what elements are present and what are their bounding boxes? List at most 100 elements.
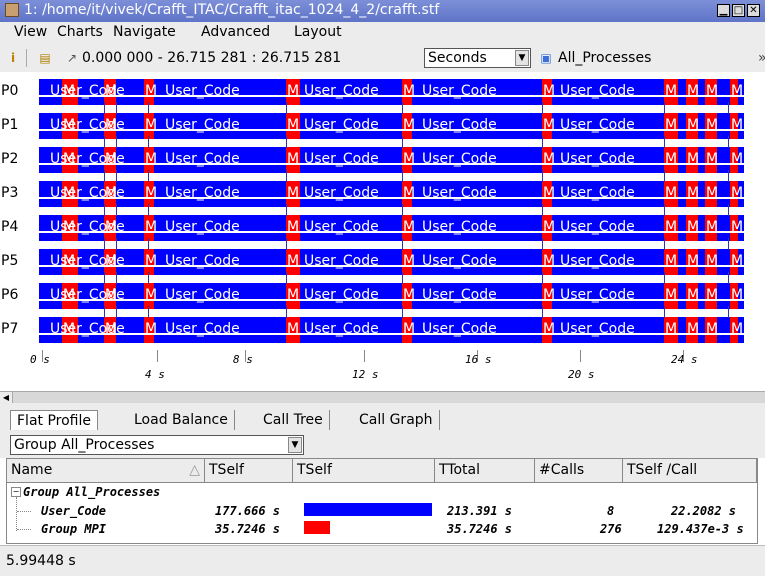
user-code-label: User_Code: [50, 117, 125, 133]
user-code-label: User_Code: [422, 151, 497, 167]
user-code-label: User_Code: [422, 321, 497, 337]
message-line: [148, 102, 149, 114]
timeline-icon[interactable]: ▤: [38, 51, 52, 65]
message-line: [286, 136, 287, 148]
zoom-range-icon[interactable]: ↗: [65, 51, 79, 65]
column-name-label: Name: [11, 462, 53, 478]
title-bar: 1: /home/it/vivek/Crafft_ITAC/Crafft_ita…: [0, 0, 765, 22]
menu-advanced[interactable]: Advanced: [201, 24, 270, 40]
minimize-button[interactable]: ▁: [717, 4, 730, 17]
message-line: [542, 136, 543, 148]
sort-indicator-icon: △: [189, 462, 200, 478]
user-code-label: User_Code: [165, 219, 240, 235]
message-line: [286, 170, 287, 182]
user-code-label: User_Code: [560, 287, 635, 303]
menu-view[interactable]: View: [14, 24, 47, 40]
process-row-p5[interactable]: P5 M M M M M M M M M M User_Code User_Code User_Code U…: [0, 246, 765, 276]
user-code-label: User_Code: [304, 185, 379, 201]
message-line: [402, 238, 403, 250]
group-all-processes-row[interactable]: Group All_Processes: [23, 485, 160, 499]
process-row-p6[interactable]: P6 M M M M M M M M M M User_Code User_Code User_Code U…: [0, 280, 765, 310]
tself-bar: [304, 521, 330, 534]
axis-tick: [364, 350, 365, 362]
toolbar-overflow-icon[interactable]: »: [758, 50, 765, 66]
message-line: [148, 272, 149, 284]
column-header-ttotal[interactable]: TTotal: [435, 459, 535, 483]
row-separator-line: [39, 129, 744, 131]
process-row-p3[interactable]: P3 M M M M M M M M M M User_Code User_Code User_Code U…: [0, 178, 765, 208]
axis-tick-label: 4 s: [145, 368, 165, 381]
flat-profile-table: Name △ TSelf TSelf TTotal #Calls TSelf /…: [6, 458, 758, 544]
column-header-calls[interactable]: #Calls: [535, 459, 623, 483]
process-group-label[interactable]: All_Processes: [558, 50, 651, 66]
column-header-tself[interactable]: TSelf: [205, 459, 293, 483]
message-line: [116, 204, 117, 216]
process-label: P6: [1, 287, 19, 303]
process-group-icon[interactable]: ▣: [539, 51, 553, 65]
message-line: [148, 136, 149, 148]
menu-charts[interactable]: Charts: [57, 24, 103, 40]
process-label: P3: [1, 185, 19, 201]
menu-layout[interactable]: Layout: [294, 24, 342, 40]
message-line: [104, 170, 105, 182]
message-line: [728, 136, 729, 148]
group-select-value: Group All_Processes: [14, 437, 155, 453]
user-code-label: User_Code: [165, 83, 240, 99]
row-separator-line: [39, 265, 744, 267]
unit-select[interactable]: Seconds ▼: [424, 48, 531, 68]
column-header-name[interactable]: Name △: [7, 459, 205, 483]
column-header-tself-per-call[interactable]: TSelf /Call: [623, 459, 757, 483]
group-select[interactable]: Group All_Processes ▼: [10, 435, 304, 455]
tab-call-graph[interactable]: Call Graph: [353, 410, 440, 430]
message-line: [286, 238, 287, 250]
message-line: [104, 272, 105, 284]
message-line: [728, 272, 729, 284]
process-row-p4[interactable]: P4 M M M M M M M M M M User_Code User_Code User_Code U…: [0, 212, 765, 242]
user-code-label: User_Code: [304, 117, 379, 133]
close-button[interactable]: ✕: [747, 4, 760, 17]
user-code-label: User_Code: [50, 151, 125, 167]
message-line: [728, 204, 729, 216]
user-code-label: User_Code: [50, 321, 125, 337]
message-line: [542, 204, 543, 216]
process-row-p0[interactable]: P0 M M M M M M M M M M User_Code User_Code User_Code U…: [0, 76, 765, 106]
user-code-label: User_Code: [50, 253, 125, 269]
user-code-label: User_Code: [50, 287, 125, 303]
message-line: [104, 238, 105, 250]
message-line: [728, 170, 729, 182]
user-code-label: User_Code: [422, 219, 497, 235]
column-header-tself-bar[interactable]: TSelf: [293, 459, 435, 483]
tab-flat-profile[interactable]: Flat Profile: [10, 410, 98, 430]
maximize-button[interactable]: □: [732, 4, 745, 17]
tab-load-balance[interactable]: Load Balance: [128, 410, 235, 430]
axis-tick: [580, 350, 581, 362]
process-row-p2[interactable]: P2 M M M M M M M M M M User_Code User_Code User_Code U…: [0, 144, 765, 174]
row-calls: 276: [600, 522, 622, 536]
user-code-label: User_Code: [165, 287, 240, 303]
row-ttotal: 213.391 s: [447, 504, 513, 518]
user-code-label: User_Code: [165, 253, 240, 269]
message-line: [148, 204, 149, 216]
event-timeline[interactable]: 0 s4 s8 s 12 s 16 s 20 s 24 s P0 M M M M M M M M M M Us…: [0, 72, 765, 391]
process-label: P0: [1, 83, 19, 99]
message-line: [286, 204, 287, 216]
message-line: [664, 170, 665, 182]
user-code-label: User_Code: [304, 151, 379, 167]
row-separator-line: [39, 333, 744, 335]
row-separator-line: [39, 95, 744, 97]
info-icon[interactable]: i: [6, 51, 20, 65]
message-line: [664, 272, 665, 284]
row-separator-line: [39, 163, 744, 165]
collapse-toggle-icon[interactable]: −: [11, 487, 21, 497]
axis-tick-label: 12 s: [352, 368, 379, 381]
tab-call-tree[interactable]: Call Tree: [257, 410, 330, 430]
process-row-p7[interactable]: P7 M M M M M M M M M M User_Code User_Code User_Code U…: [0, 314, 765, 344]
menu-navigate[interactable]: Navigate: [113, 24, 176, 40]
message-line: [104, 136, 105, 148]
axis-tick-label: 8 s: [233, 353, 253, 366]
process-label: P4: [1, 219, 19, 235]
message-line: [664, 306, 665, 318]
process-row-p1[interactable]: P1 M M M M M M M M M M User_Code User_Code User_Code U…: [0, 110, 765, 140]
user-code-label: User_Code: [422, 253, 497, 269]
user-code-label: User_Code: [165, 185, 240, 201]
